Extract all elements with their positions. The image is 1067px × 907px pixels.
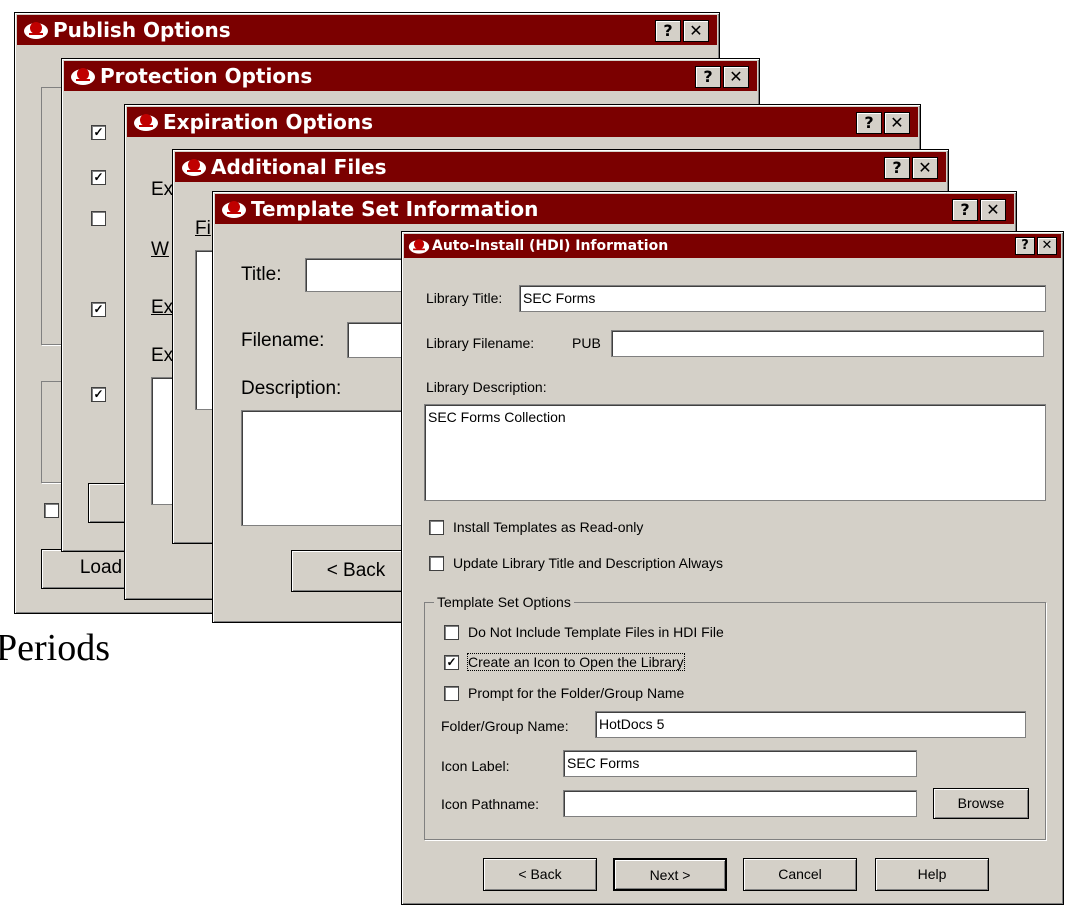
protection-checkbox-5[interactable]: ✓ bbox=[91, 387, 106, 402]
back-button-label: < Back bbox=[518, 866, 562, 882]
expiration-label-3: Ex bbox=[151, 345, 174, 366]
app-logo-icon bbox=[134, 114, 158, 131]
window-title: Expiration Options bbox=[163, 110, 374, 134]
window-title: Additional Files bbox=[211, 155, 387, 179]
auto-install-window: Auto-Install (HDI) Information ? ✕ Libra… bbox=[401, 231, 1064, 905]
back-button-label: < Back bbox=[326, 560, 386, 581]
library-description-input[interactable]: SEC Forms Collection bbox=[424, 404, 1046, 501]
cancel-button[interactable]: Cancel bbox=[743, 858, 857, 891]
help-button[interactable]: ? bbox=[655, 20, 681, 42]
template-set-titlebar[interactable]: Template Set Information ? ✕ bbox=[215, 194, 1014, 224]
window-title: Protection Options bbox=[100, 64, 313, 88]
create-icon-checkbox[interactable]: ✓ bbox=[444, 655, 459, 670]
close-button[interactable]: ✕ bbox=[884, 112, 910, 134]
library-filename-prefix: PUB bbox=[572, 335, 601, 351]
expiration-label-w: W bbox=[151, 239, 169, 260]
window-title: Publish Options bbox=[53, 18, 231, 42]
files-label: Fi bbox=[195, 218, 211, 239]
window-title: Template Set Information bbox=[251, 197, 539, 221]
close-button[interactable]: ✕ bbox=[1037, 237, 1057, 255]
browse-button-label: Browse bbox=[957, 795, 1005, 811]
close-button[interactable]: ✕ bbox=[980, 199, 1006, 221]
folder-group-label: Folder/Group Name: bbox=[441, 718, 569, 734]
prompt-folder-checkbox[interactable] bbox=[444, 686, 459, 701]
help-button[interactable]: ? bbox=[952, 199, 978, 221]
protection-checkbox-3[interactable] bbox=[91, 211, 106, 226]
background-text: Periods bbox=[0, 627, 110, 669]
app-logo-icon bbox=[71, 68, 95, 85]
auto-install-titlebar[interactable]: Auto-Install (HDI) Information ? ✕ bbox=[404, 234, 1061, 258]
app-logo-icon bbox=[408, 239, 430, 254]
create-icon-label: Create an Icon to Open the Library bbox=[467, 653, 685, 671]
folder-group-input[interactable]: HotDocs 5 bbox=[595, 711, 1026, 738]
filename-label: Filename: bbox=[241, 330, 325, 351]
library-filename-label: Library Filename: bbox=[426, 335, 535, 351]
library-description-label: Library Description: bbox=[426, 379, 547, 395]
publish-checkbox[interactable] bbox=[44, 503, 59, 518]
description-label: Description: bbox=[241, 378, 342, 399]
browse-button[interactable]: Browse bbox=[933, 788, 1029, 819]
prompt-folder-label: Prompt for the Folder/Group Name bbox=[468, 685, 685, 701]
window-title: Auto-Install (HDI) Information bbox=[432, 238, 669, 254]
install-readonly-checkbox[interactable] bbox=[429, 520, 444, 535]
close-button[interactable]: ✕ bbox=[723, 66, 749, 88]
title-label: Title: bbox=[241, 264, 282, 285]
expiration-label-2: Ex bbox=[151, 297, 174, 318]
description-input[interactable] bbox=[241, 410, 411, 526]
install-readonly-label: Install Templates as Read-only bbox=[453, 519, 644, 535]
close-button[interactable]: ✕ bbox=[683, 20, 709, 42]
protection-checkbox-1[interactable]: ✓ bbox=[91, 125, 106, 140]
help-dialog-button-label: Help bbox=[917, 866, 947, 882]
help-dialog-button[interactable]: Help bbox=[875, 858, 989, 891]
close-button[interactable]: ✕ bbox=[912, 157, 938, 179]
back-button[interactable]: < Back bbox=[483, 858, 597, 891]
icon-pathname-input[interactable] bbox=[563, 790, 917, 817]
help-button[interactable]: ? bbox=[884, 157, 910, 179]
template-set-options-group-title: Template Set Options bbox=[434, 594, 574, 610]
expiration-options-titlebar[interactable]: Expiration Options ? ✕ bbox=[127, 107, 918, 137]
library-title-label: Library Title: bbox=[426, 290, 503, 306]
protection-checkbox-2[interactable]: ✓ bbox=[91, 170, 106, 185]
update-library-label: Update Library Title and Description Alw… bbox=[453, 555, 724, 571]
icon-label-label: Icon Label: bbox=[441, 758, 510, 774]
update-library-checkbox[interactable] bbox=[429, 556, 444, 571]
help-button[interactable]: ? bbox=[1015, 237, 1035, 255]
protection-options-titlebar[interactable]: Protection Options ? ✕ bbox=[64, 61, 757, 91]
next-button-label: Next > bbox=[649, 867, 691, 883]
title-input[interactable] bbox=[305, 258, 415, 292]
load-button-label: Load bbox=[79, 557, 123, 578]
icon-label-input[interactable]: SEC Forms bbox=[563, 750, 917, 777]
help-button[interactable]: ? bbox=[856, 112, 882, 134]
publish-options-titlebar[interactable]: Publish Options ? ✕ bbox=[17, 15, 717, 45]
library-title-input[interactable]: SEC Forms bbox=[519, 285, 1046, 312]
app-logo-icon bbox=[222, 201, 246, 218]
next-button[interactable]: Next > bbox=[613, 858, 727, 891]
expiration-label-1: Ex bbox=[151, 179, 174, 200]
library-filename-input[interactable] bbox=[611, 330, 1044, 357]
protection-checkbox-4[interactable]: ✓ bbox=[91, 302, 106, 317]
do-not-include-checkbox[interactable] bbox=[444, 625, 459, 640]
icon-pathname-label: Icon Pathname: bbox=[441, 796, 540, 812]
do-not-include-label: Do Not Include Template Files in HDI Fil… bbox=[468, 624, 724, 640]
additional-files-titlebar[interactable]: Additional Files ? ✕ bbox=[175, 152, 946, 182]
app-logo-icon bbox=[24, 22, 48, 39]
help-button[interactable]: ? bbox=[695, 66, 721, 88]
cancel-button-label: Cancel bbox=[778, 866, 822, 882]
app-logo-icon bbox=[182, 159, 206, 176]
